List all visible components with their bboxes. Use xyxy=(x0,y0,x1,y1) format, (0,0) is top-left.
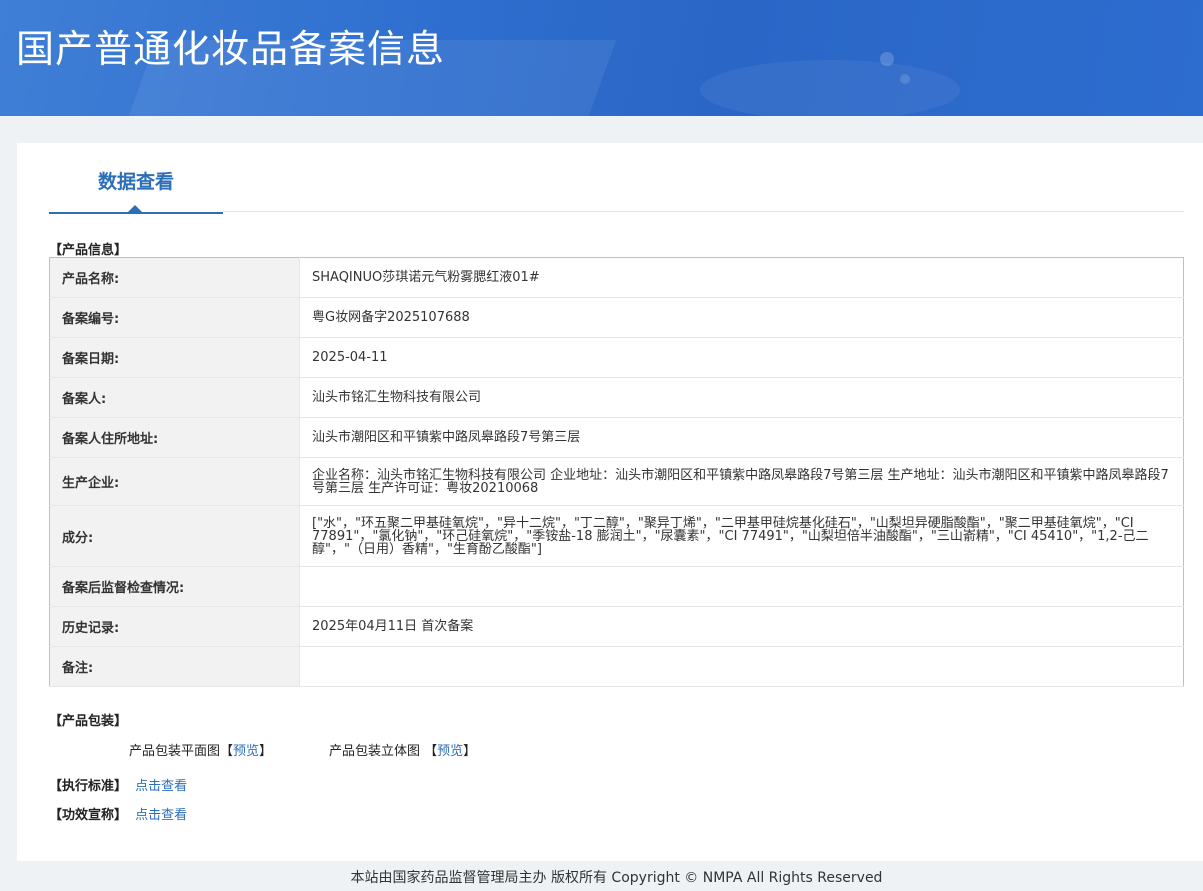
standard-label: 【执行标准】 xyxy=(49,779,128,794)
package-flat-label: 产品包装平面图【 xyxy=(129,744,234,759)
row-key: 历史记录: xyxy=(49,606,300,647)
header-banner: 国产普通化妆品备案信息 xyxy=(0,0,1203,116)
row-value: ["水"，"环五聚二甲基硅氧烷"，"异十二烷"，"丁二醇"，"聚异丁烯"，"二甲… xyxy=(299,505,1184,567)
bracket-close: 】 xyxy=(463,744,477,759)
efficacy-label: 【功效宣称】 xyxy=(49,808,128,823)
banner-decoration xyxy=(900,74,910,84)
package-solid-preview-link[interactable]: 预览 xyxy=(437,744,463,759)
tab-data-view[interactable]: 数据查看 xyxy=(49,166,223,214)
banner-decoration xyxy=(880,52,894,66)
row-key: 备注: xyxy=(49,646,300,687)
standard-row: 【执行标准】 点击查看 xyxy=(49,775,187,794)
table-row: 备案人住所地址: 汕头市潮阳区和平镇紫中路凤皋路段7号第三层 xyxy=(49,417,1184,458)
table-row: 备注: xyxy=(49,646,1184,687)
row-key: 备案编号: xyxy=(49,297,300,338)
table-row: 生产企业: 企业名称：汕头市铭汇生物科技有限公司 企业地址：汕头市潮阳区和平镇紫… xyxy=(49,457,1184,506)
footer-copyright: 本站由国家药品监督管理局主办 版权所有 Copyright © NMPA All… xyxy=(350,870,883,886)
row-value: SHAQINUO莎琪诺元气粉雾腮红液01# xyxy=(299,257,1184,298)
row-key: 备案人: xyxy=(49,377,300,418)
row-value: 汕头市铭汇生物科技有限公司 xyxy=(299,377,1184,418)
row-value: 2025年04月11日 首次备案 xyxy=(299,606,1184,647)
table-row: 产品名称: SHAQINUO莎琪诺元气粉雾腮红液01# xyxy=(49,257,1184,298)
content-card: 数据查看 【产品信息】 产品名称: SHAQINUO莎琪诺元气粉雾腮红液01# … xyxy=(17,143,1203,861)
page-title: 国产普通化妆品备案信息 xyxy=(16,27,446,71)
row-value xyxy=(299,646,1184,687)
banner-decoration xyxy=(700,60,960,116)
row-value xyxy=(299,566,1184,607)
tab-caret-icon xyxy=(128,205,142,212)
bracket-close: 】 xyxy=(259,744,273,759)
row-value: 2025-04-11 xyxy=(299,337,1184,378)
table-row: 备案人: 汕头市铭汇生物科技有限公司 xyxy=(49,377,1184,418)
product-info-table: 产品名称: SHAQINUO莎琪诺元气粉雾腮红液01# 备案编号: 粤G妆网备字… xyxy=(49,257,1184,687)
standard-view-link[interactable]: 点击查看 xyxy=(135,779,187,794)
row-value: 企业名称：汕头市铭汇生物科技有限公司 企业地址：汕头市潮阳区和平镇紫中路凤皋路段… xyxy=(299,457,1184,506)
tab-divider xyxy=(223,211,1184,212)
row-value: 汕头市潮阳区和平镇紫中路凤皋路段7号第三层 xyxy=(299,417,1184,458)
table-row: 历史记录: 2025年04月11日 首次备案 xyxy=(49,606,1184,647)
row-value: 粤G妆网备字2025107688 xyxy=(299,297,1184,338)
table-row: 备案日期: 2025-04-11 xyxy=(49,337,1184,378)
package-flat-preview-link[interactable]: 预览 xyxy=(233,744,259,759)
table-row: 成分: ["水"，"环五聚二甲基硅氧烷"，"异十二烷"，"丁二醇"，"聚异丁烯"… xyxy=(49,505,1184,567)
row-key: 备案日期: xyxy=(49,337,300,378)
row-key: 产品名称: xyxy=(49,257,300,298)
row-key: 生产企业: xyxy=(49,457,300,506)
product-info-label: 【产品信息】 xyxy=(49,243,128,258)
packaging-label: 【产品包装】 xyxy=(49,714,128,729)
package-solid-view: 产品包装立体图 【预览】 xyxy=(329,740,476,759)
efficacy-view-link[interactable]: 点击查看 xyxy=(135,808,187,823)
efficacy-row: 【功效宣称】 点击查看 xyxy=(49,804,187,823)
row-key: 成分: xyxy=(49,505,300,567)
tab-label: 数据查看 xyxy=(97,171,174,193)
package-solid-label: 产品包装立体图 【 xyxy=(329,744,438,759)
row-key: 备案人住所地址: xyxy=(49,417,300,458)
package-flat-view: 产品包装平面图【预览】 xyxy=(129,740,272,759)
table-row: 备案编号: 粤G妆网备字2025107688 xyxy=(49,297,1184,338)
row-key: 备案后监督检查情况: xyxy=(49,566,300,607)
table-row: 备案后监督检查情况: xyxy=(49,566,1184,607)
